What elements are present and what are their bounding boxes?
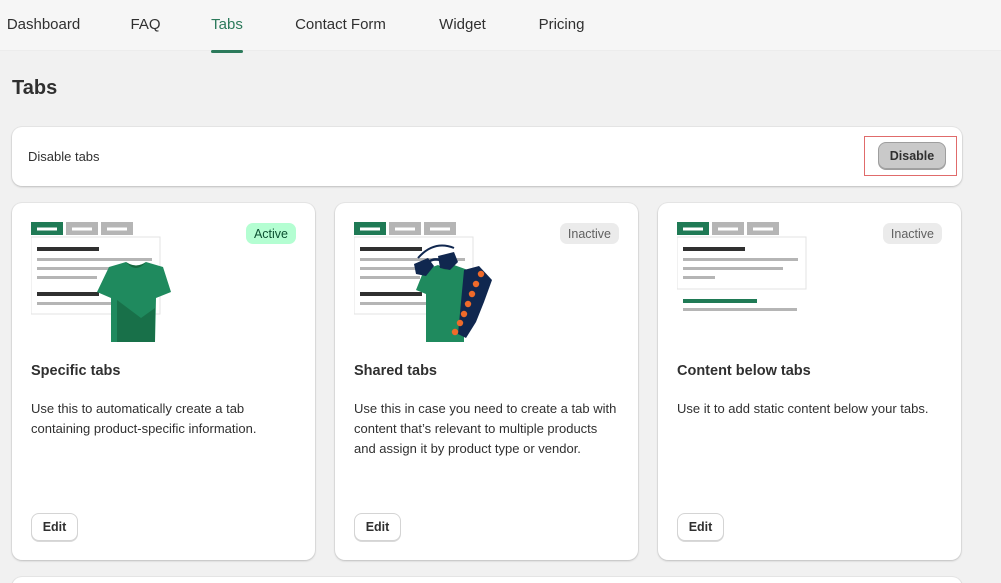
next-section-card	[12, 577, 962, 583]
status-badge: Inactive	[559, 223, 619, 244]
tab-contact-form[interactable]: Contact Form	[295, 0, 386, 52]
content-below-tabs-illustration	[677, 222, 807, 311]
shared-products-illustration	[354, 222, 492, 342]
disable-button[interactable]: Disable	[878, 142, 946, 170]
status-badge: Active	[245, 223, 296, 244]
top-navigation: Dashboard FAQ Tabs Contact Form Widget P…	[0, 0, 1001, 53]
tab-widget[interactable]: Widget	[438, 0, 487, 52]
card-description: Use this in case you need to create a ta…	[354, 401, 617, 456]
card-title: Specific tabs	[31, 363, 121, 379]
card-description: Use it to add static content below your …	[677, 401, 929, 416]
tab-faq[interactable]: FAQ	[131, 0, 161, 52]
tab-dashboard[interactable]: Dashboard	[7, 0, 80, 52]
specific-tabs-card: Active Specific tabs Use this to automat…	[12, 203, 315, 560]
content-below-tabs-card: Inactive Content below tabs Use it to ad…	[658, 203, 961, 560]
disable-tabs-card: Disable tabs Disable	[12, 127, 962, 186]
tab-tabs[interactable]: Tabs	[211, 0, 243, 53]
card-title: Content below tabs	[677, 363, 811, 379]
page-title: Tabs	[12, 77, 58, 99]
edit-button[interactable]: Edit	[31, 513, 78, 541]
edit-button[interactable]: Edit	[677, 513, 724, 541]
edit-button[interactable]: Edit	[354, 513, 401, 541]
card-title: Shared tabs	[354, 363, 437, 379]
tshirt-tabs-illustration	[31, 222, 171, 342]
card-description: Use this to automatically create a tab c…	[31, 401, 257, 436]
status-badge: Inactive	[882, 223, 942, 244]
disable-tabs-label: Disable tabs	[28, 149, 100, 164]
tab-pricing[interactable]: Pricing	[538, 0, 585, 52]
shared-tabs-card: Inactive Shared tabs Use this in case yo…	[335, 203, 638, 560]
